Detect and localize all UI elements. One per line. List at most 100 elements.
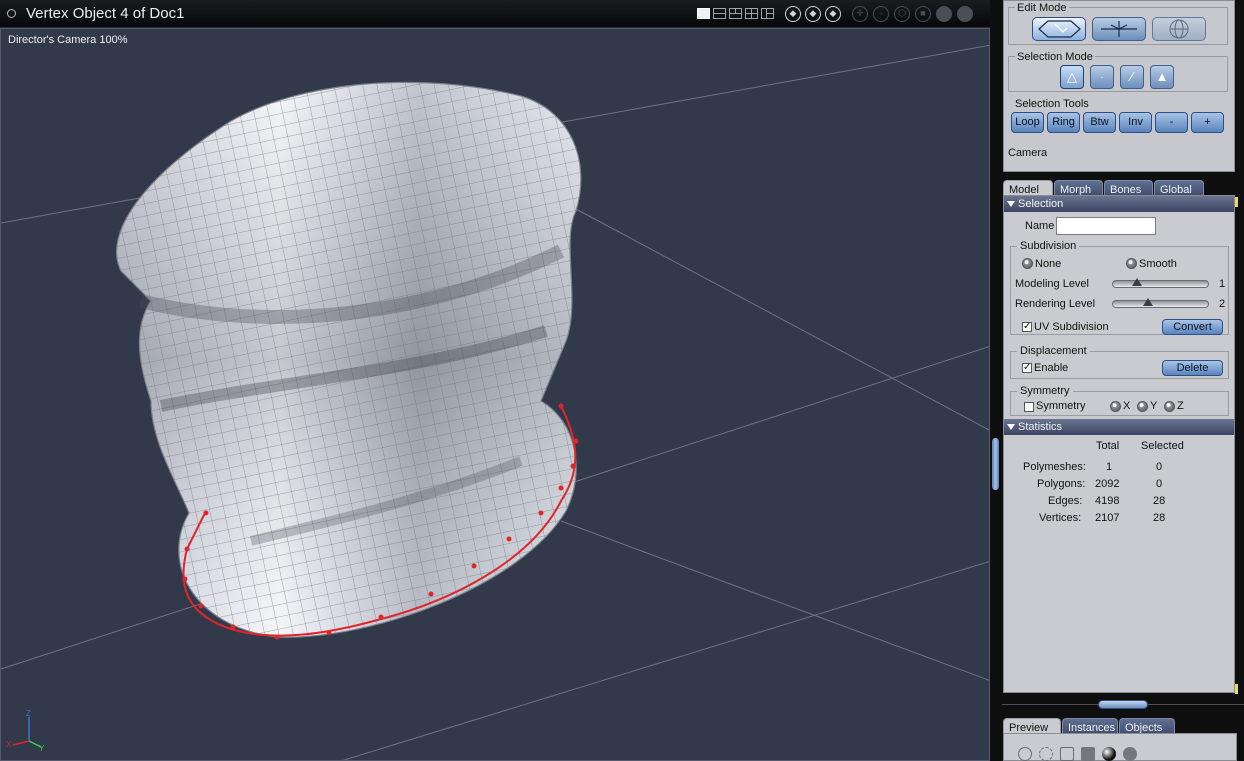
name-input[interactable] [1056,217,1156,235]
uv-subdivision-label: UV Subdivision [1034,321,1109,333]
render-sphere-icon[interactable] [957,6,973,22]
name-label: Name [1025,220,1055,232]
single-view-icon[interactable] [697,8,710,19]
symmetry-z-label: Z [1177,400,1184,412]
convert-button[interactable]: Convert [1162,319,1223,335]
stats-row-selected: 28 [1153,512,1166,524]
stats-selected-header: Selected [1141,440,1184,452]
modeling-level-slider[interactable] [1112,278,1209,288]
stats-row-selected: 28 [1153,495,1166,507]
panel-resize-handle[interactable] [1098,700,1148,709]
slider-thumb[interactable] [1132,278,1142,286]
preview-panel [1003,733,1237,761]
stats-row-selected: 0 [1156,478,1163,490]
stats-row-total: 2092 [1095,478,1120,490]
rendering-level-slider[interactable] [1112,298,1209,308]
vertex-select-button[interactable]: △ [1060,65,1084,89]
subdivision-label: Subdivision [1017,240,1080,252]
modeling-level-label: Modeling Level [1015,278,1089,290]
camera-section-label: Camera [1008,147,1048,159]
smooth-label: Smooth [1139,258,1177,270]
grow-selection-button[interactable]: + [1191,112,1224,133]
render-sphere-icon[interactable] [1123,747,1137,761]
stats-row-label: Edges: [1048,495,1083,507]
window-title: Vertex Object 4 of Doc1 [26,5,185,22]
between-button[interactable]: Btw [1083,112,1116,133]
bone-edit-button[interactable] [1092,17,1146,41]
symmetry-label: Symmetry [1017,385,1073,397]
polygon-edit-icon [1038,20,1081,38]
loop-button[interactable]: Loop [1011,112,1044,133]
right-panel: Edit Mode Selection Mode △ · ⁄ ▲ Selecti… [1002,0,1244,761]
selection-header-label: Selection [1018,198,1064,210]
shield-icon[interactable]: ◆ [805,6,821,22]
uv-edit-button[interactable] [1152,17,1206,41]
shrink-selection-button[interactable]: - [1155,112,1188,133]
invert-button[interactable]: Inv [1119,112,1152,133]
symmetry-checkbox[interactable] [1024,402,1034,412]
axis-z-label: Z [26,709,31,718]
selection-section-header[interactable]: Selection [1004,196,1234,212]
shield-icon[interactable]: ◆ [825,6,841,22]
stats-row-label: Polygons: [1037,478,1086,490]
point-select-button[interactable]: · [1090,65,1114,89]
symmetry-x-radio[interactable] [1110,401,1121,412]
title-bar: Vertex Object 4 of Doc1 ◆ ◆ ◆ ✛ ▫ ⬡ ■ [0,0,990,28]
modeling-level-value: 1 [1219,278,1226,290]
move-icon[interactable] [1018,747,1032,761]
polygon-edit-button[interactable] [1032,17,1086,41]
axis-gizmo: Z Y X [6,709,45,751]
face-select-button[interactable]: ▲ [1150,65,1174,89]
four-view-icon[interactable] [745,8,758,19]
selection-mode-label: Selection Mode [1015,51,1095,63]
uv-subdivision-checkbox[interactable]: ✓ [1022,322,1032,332]
none-label: None [1035,258,1062,270]
panel-splitter[interactable] [990,28,1002,761]
app-window: Vertex Object 4 of Doc1 ◆ ◆ ◆ ✛ ▫ ⬡ ■ Di… [0,0,1244,761]
vertex-triangle-icon: △ [1067,69,1077,84]
shaded-sphere-icon[interactable] [1102,747,1116,761]
properties-panel: Selection Name Subdivision None Smooth M… [1003,195,1235,693]
stats-total-header: Total [1096,440,1120,452]
shaded-sphere-icon[interactable] [936,6,952,22]
statistics-section-header[interactable]: Statistics [1004,419,1234,435]
none-radio[interactable] [1022,258,1033,269]
delete-button[interactable]: Delete [1162,360,1223,376]
scroll-marker [1235,684,1238,694]
displacement-label: Displacement [1017,345,1090,357]
scroll-marker [1235,197,1238,207]
selection-tools-label: Selection Tools [1013,98,1091,110]
symmetry-z-radio[interactable] [1164,401,1175,412]
symmetry-check-label: Symmetry [1036,400,1086,412]
face-triangle-icon: ▲ [1155,69,1169,84]
collapse-triangle-icon [1007,424,1015,430]
smooth-radio[interactable] [1126,258,1137,269]
close-icon[interactable] [7,9,16,18]
mode-panel: Edit Mode Selection Mode △ · ⁄ ▲ Selecti… [1003,0,1235,172]
splitter-handle[interactable] [992,438,999,490]
cube-icon[interactable] [1060,747,1074,761]
model-scene[interactable] [1,29,990,761]
shield-icon[interactable]: ◆ [785,6,801,22]
solid-cube-icon[interactable]: ■ [915,6,931,22]
custom-view-icon[interactable] [761,8,774,19]
symmetry-y-radio[interactable] [1137,401,1148,412]
edit-mode-label: Edit Mode [1015,2,1069,14]
solid-cube-icon[interactable] [1081,747,1095,761]
edge-select-button[interactable]: ⁄ [1120,65,1144,89]
cube-icon[interactable]: ⬡ [894,6,910,22]
two-view-icon[interactable] [713,8,726,19]
bounding-box-icon[interactable] [1039,747,1053,761]
slider-thumb[interactable] [1143,298,1153,306]
axis-x-label: X [6,740,12,749]
3d-viewport[interactable]: Director's Camera 100% Z Y X [0,28,990,761]
bounding-box-icon[interactable]: ▫ [873,6,889,22]
uv-sphere-icon [1169,19,1189,39]
stats-row-total: 2107 [1095,512,1120,524]
statistics-header-label: Statistics [1018,421,1063,433]
ring-button[interactable]: Ring [1047,112,1080,133]
three-view-icon[interactable] [729,8,742,19]
move-icon[interactable]: ✛ [852,6,868,22]
displacement-enable-checkbox[interactable]: ✓ [1022,363,1032,373]
stats-row-total: 4198 [1095,495,1120,507]
